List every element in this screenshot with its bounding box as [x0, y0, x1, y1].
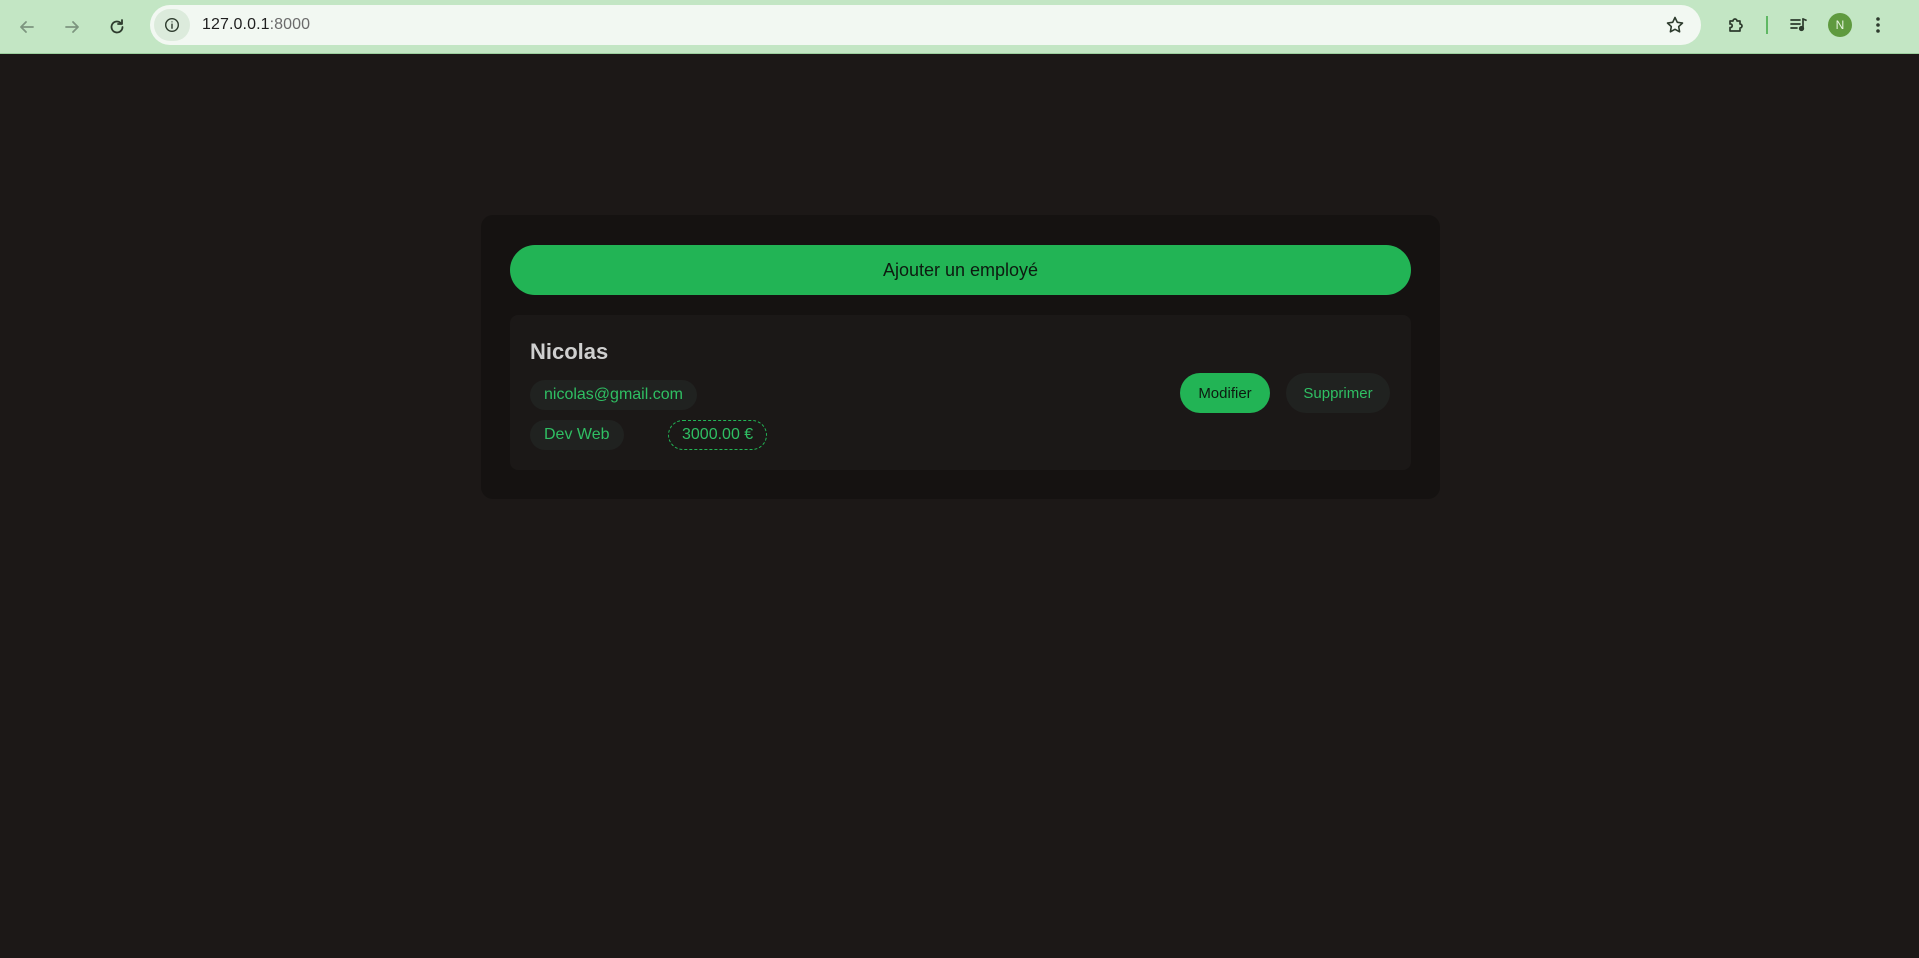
url-host: 127.0.0.1	[202, 16, 270, 33]
arrow-left-icon	[20, 20, 34, 33]
kebab-menu-icon	[1876, 17, 1880, 33]
media-queue-icon	[1790, 18, 1807, 32]
employee-salary: 3000.00 €	[668, 420, 768, 450]
profile-avatar[interactable]: N	[1828, 13, 1852, 37]
arrow-right-icon	[65, 20, 79, 33]
forward-button[interactable]	[54, 9, 90, 45]
browser-menu-button[interactable]	[1862, 9, 1894, 41]
employee-name: Nicolas	[530, 339, 609, 364]
browser-toolbar: 127.0.0.1:8000 N	[0, 0, 1919, 54]
url-port: :8000	[269, 16, 311, 33]
puzzle-icon	[1729, 18, 1743, 32]
address-bar[interactable]: 127.0.0.1:8000	[150, 5, 1701, 45]
media-control-button[interactable]	[1782, 9, 1814, 41]
extensions-button[interactable]	[1718, 9, 1754, 41]
add-employee-button[interactable]: Ajouter un employé	[510, 245, 1411, 295]
site-info-button[interactable]	[154, 9, 190, 41]
star-icon	[1666, 16, 1684, 33]
toolbar-actions: N	[1718, 9, 1894, 41]
employee-email: nicolas@gmail.com	[530, 380, 697, 410]
employee-card: Nicolas nicolas@gmail.com Dev Web 3000.0…	[510, 315, 1411, 470]
reload-button[interactable]	[99, 9, 135, 45]
reload-icon	[110, 18, 124, 33]
back-button[interactable]	[9, 9, 45, 45]
employee-panel: Ajouter un employé Nicolas nicolas@gmail…	[481, 215, 1440, 499]
delete-employee-button[interactable]: Supprimer	[1286, 373, 1390, 413]
toolbar-separator	[1766, 16, 1768, 34]
edit-employee-button[interactable]: Modifier	[1180, 373, 1270, 413]
employee-role: Dev Web	[530, 420, 624, 450]
info-icon	[164, 17, 180, 33]
url-text: 127.0.0.1:8000	[202, 16, 310, 34]
bookmark-button[interactable]	[1665, 15, 1685, 35]
